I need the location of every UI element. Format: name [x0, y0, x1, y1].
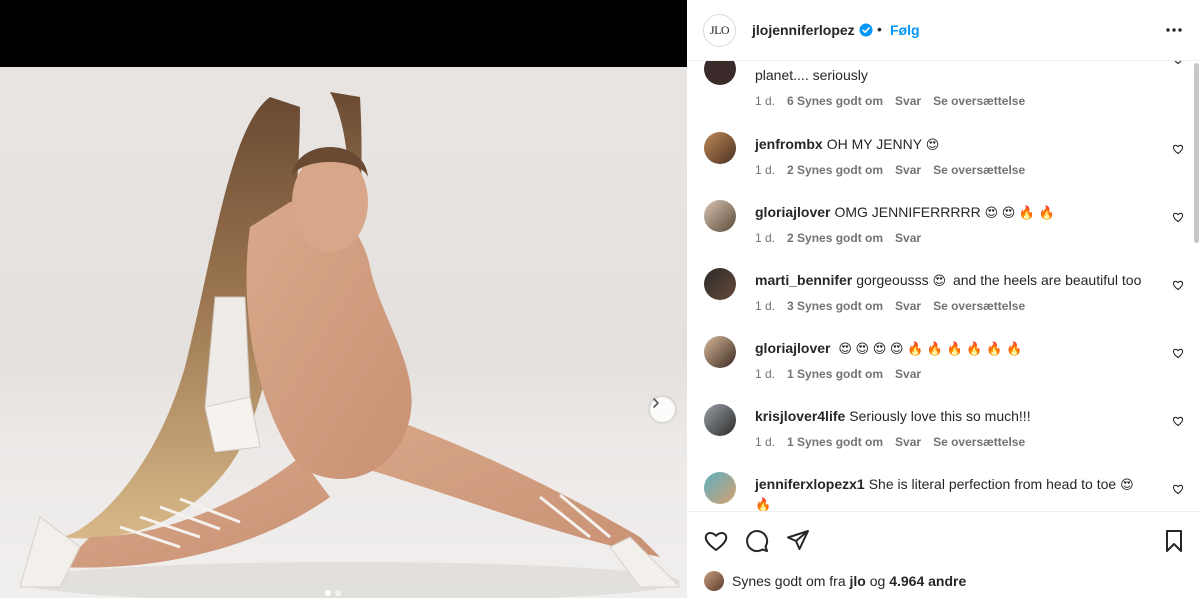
heart-icon[interactable] [1172, 415, 1184, 427]
comment-username[interactable]: krisjlover4life [755, 408, 845, 424]
comment-text: planet.... seriously [755, 67, 868, 83]
heart-icon[interactable] [1172, 483, 1184, 495]
translate-button[interactable]: Se oversættelse [933, 435, 1025, 449]
chevron-right-icon [653, 398, 659, 408]
comment-body: krisjlover4life Seriously love this so mu… [755, 406, 1155, 426]
likes-prefix: Synes godt om fra [732, 573, 846, 589]
comment-time: 1 d. [755, 231, 776, 245]
comment-text: Seriously love this so much!!! [849, 408, 1031, 424]
heart-icon[interactable] [1172, 347, 1184, 359]
heart-eyes-emoji: 😍 [932, 273, 947, 288]
more-options-icon[interactable] [1163, 20, 1185, 40]
emoji-group: 😍 😍 🔥 🔥 [984, 205, 1055, 220]
comment-time: 1 d. [755, 163, 776, 177]
comment-body: gloriajlover OMG JENNIFERRRRR 😍 😍 🔥 🔥 [755, 202, 1155, 222]
comment-meta: 1 d. 2 Synes godt om Svar [755, 231, 921, 245]
comment-body: jenfrombx OH MY JENNY 😍 [755, 134, 1155, 154]
carousel-dots [325, 590, 341, 596]
bookmark-icon[interactable] [1161, 528, 1187, 554]
comment-avatar[interactable] [704, 200, 736, 232]
comments-list[interactable]: planet.... seriously 1 d. 6 Synes godt o… [687, 61, 1200, 511]
comment-username[interactable]: jenfrombx [755, 136, 823, 152]
comment-likes[interactable]: 3 Synes godt om [787, 299, 883, 313]
comment-body: gloriajlover 😍 😍 😍 😍 🔥 🔥 🔥 🔥 🔥 🔥 [755, 338, 1155, 358]
likes-first-user[interactable]: jlo [850, 573, 866, 589]
reply-button[interactable]: Svar [895, 435, 921, 449]
comment-likes[interactable]: 6 Synes godt om [787, 94, 883, 108]
reply-button[interactable]: Svar [895, 367, 921, 381]
reply-button[interactable]: Svar [895, 231, 921, 245]
fire-emoji: 🔥 [755, 497, 772, 511]
follow-button[interactable]: Følg [890, 22, 920, 38]
comment-meta: 1 d. 1 Synes godt om Svar Se oversættels… [755, 435, 1025, 449]
share-icon[interactable] [785, 528, 811, 554]
post-photo [0, 67, 687, 598]
logo-text: JLO [709, 23, 730, 37]
next-photo-button[interactable] [650, 397, 675, 422]
comment-time: 1 d. [755, 435, 776, 449]
reply-button[interactable]: Svar [895, 299, 921, 313]
comment-username[interactable]: jenniferxlopezx1 [755, 476, 865, 492]
comment-text: OH MY JENNY [826, 136, 922, 152]
comment-username[interactable]: marti_bennifer [755, 272, 852, 288]
comment-body: jenniferxlopezx1 She is literal perfectio… [755, 474, 1155, 511]
likes-conj: og [869, 573, 886, 589]
likes-count[interactable]: 4.964 andre [889, 573, 966, 589]
heart-eyes-emoji: 😍 [925, 137, 940, 152]
comment-time: 1 d. [755, 299, 776, 313]
comment-likes[interactable]: 1 Synes godt om [787, 435, 883, 449]
comment-meta: 1 d. 3 Synes godt om Svar Se oversættels… [755, 299, 1025, 313]
comment-body: marti_bennifer gorgeousss 😍 and the heels… [755, 270, 1155, 290]
translate-button[interactable]: Se oversættelse [933, 299, 1025, 313]
carousel-dot [335, 590, 341, 596]
reply-button[interactable]: Svar [895, 163, 921, 177]
carousel-dot [325, 590, 331, 596]
header-separator: • [877, 21, 882, 37]
author-username[interactable]: jlojenniferlopez [752, 22, 855, 38]
heart-icon[interactable] [1172, 211, 1184, 223]
post-image [19, 92, 682, 598]
comment-avatar[interactable] [704, 268, 736, 300]
verified-badge-icon [859, 23, 873, 37]
liker-avatar[interactable] [704, 571, 724, 591]
heart-icon[interactable] [1172, 143, 1184, 155]
comment-time: 1 d. [755, 367, 776, 381]
comment-avatar[interactable] [704, 404, 736, 436]
reply-button[interactable]: Svar [895, 94, 921, 108]
comment-text-continued: and the heels are beautiful too [952, 272, 1142, 288]
comment-avatar[interactable] [704, 61, 736, 85]
author-avatar[interactable]: JLO [703, 14, 736, 47]
heart-icon[interactable] [1172, 61, 1184, 65]
heart-eyes-emoji: 😍 [1120, 477, 1134, 492]
translate-button[interactable]: Se oversættelse [933, 163, 1025, 177]
comment-avatar[interactable] [704, 132, 736, 164]
comment-username[interactable]: gloriajlover [755, 340, 830, 356]
comment-text: OMG JENNIFERRRRR [834, 204, 981, 220]
likes-summary: Synes godt om fra jlo og 4.964 andre [704, 571, 966, 591]
like-heart-icon[interactable] [703, 528, 729, 554]
comment-likes[interactable]: 1 Synes godt om [787, 367, 883, 381]
comment-meta: 1 d. 6 Synes godt om Svar Se oversættels… [755, 94, 1025, 108]
comment-text: gorgeousss [856, 272, 929, 288]
post-media [0, 0, 687, 598]
comment-text: She is literal perfection from head to t… [868, 476, 1117, 492]
comment-meta: 1 d. 2 Synes godt om Svar Se oversættels… [755, 163, 1025, 177]
post-actions: Synes godt om fra jlo og 4.964 andre [687, 511, 1200, 598]
heart-icon[interactable] [1172, 279, 1184, 291]
comment-username[interactable]: gloriajlover [755, 204, 830, 220]
comments-scrollbar[interactable] [1194, 63, 1199, 243]
translate-button[interactable]: Se oversættelse [933, 94, 1025, 108]
comment-icon[interactable] [744, 528, 770, 554]
post-side-panel: JLO jlojenniferlopez • Følg planet.... s… [687, 0, 1200, 598]
post-header: JLO jlojenniferlopez • Følg [687, 0, 1200, 61]
comment-time: 1 d. [755, 94, 776, 108]
emoji-group: 😍 😍 😍 😍 🔥 🔥 🔥 🔥 🔥 🔥 [838, 341, 1023, 356]
comment-likes[interactable]: 2 Synes godt om [787, 163, 883, 177]
comment-likes[interactable]: 2 Synes godt om [787, 231, 883, 245]
comment-meta: 1 d. 1 Synes godt om Svar [755, 367, 921, 381]
comment-avatar[interactable] [704, 472, 736, 504]
comment-avatar[interactable] [704, 336, 736, 368]
